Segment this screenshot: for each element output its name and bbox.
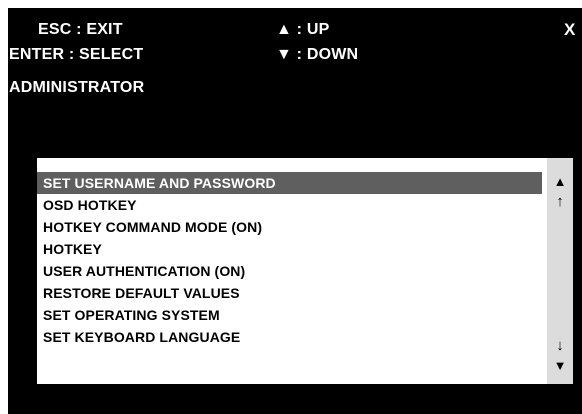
up-hint: ▲ : UP: [276, 21, 330, 38]
menu-item-set-operating-system[interactable]: SET OPERATING SYSTEM: [37, 304, 542, 326]
menu-item-hotkey[interactable]: HOTKEY: [37, 238, 542, 260]
scroll-down-arrow-icon[interactable]: ↓: [547, 338, 573, 354]
scroll-top-icon[interactable]: ▲: [547, 174, 573, 190]
menu-item-hotkey-command-mode[interactable]: HOTKEY COMMAND MODE (ON): [37, 216, 542, 238]
scroll-bottom-icon[interactable]: ▼: [547, 358, 573, 374]
menu-item-set-username-and-password[interactable]: SET USERNAME AND PASSWORD: [37, 172, 542, 194]
down-hint: ▼ : DOWN: [276, 46, 359, 63]
menu-title: ADMINISTRATOR: [9, 79, 145, 96]
menu-item-user-authentication[interactable]: USER AUTHENTICATION (ON): [37, 260, 542, 282]
osd-screen: ESC : EXIT ENTER : SELECT ▲ : UP ▼ : DOW…: [8, 8, 582, 414]
enter-select-hint: ENTER : SELECT: [9, 46, 144, 63]
menu-panel: SET USERNAME AND PASSWORD OSD HOTKEY HOT…: [37, 158, 573, 384]
menu-item-osd-hotkey[interactable]: OSD HOTKEY: [37, 194, 542, 216]
close-icon[interactable]: X: [564, 20, 576, 40]
esc-exit-hint: ESC : EXIT: [38, 21, 123, 38]
scroll-up-arrow-icon[interactable]: ↑: [547, 194, 573, 210]
scrollbar[interactable]: ▲ ↑ ↓ ▼: [547, 158, 573, 384]
menu-item-restore-default-values[interactable]: RESTORE DEFAULT VALUES: [37, 282, 542, 304]
menu-list: SET USERNAME AND PASSWORD OSD HOTKEY HOT…: [37, 172, 542, 348]
menu-item-set-keyboard-language[interactable]: SET KEYBOARD LANGUAGE: [37, 326, 542, 348]
